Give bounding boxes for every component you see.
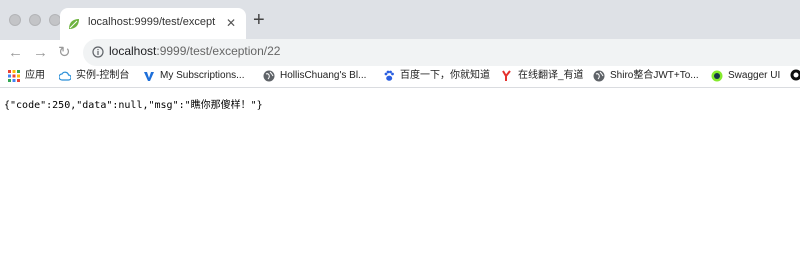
bookmark-label: Shiro整合JWT+To... bbox=[610, 70, 699, 81]
tab-close-icon[interactable]: ✕ bbox=[226, 16, 236, 30]
bookmark-github[interactable] bbox=[790, 69, 800, 81]
swagger-icon bbox=[711, 70, 723, 82]
reload-icon[interactable]: ↻ bbox=[58, 44, 71, 62]
bookmark-swagger-ui[interactable]: Swagger UI bbox=[711, 69, 780, 83]
window-controls bbox=[9, 14, 61, 26]
page-content: {"code":250,"data":null,"msg":"瞧你那傻样！"} bbox=[0, 88, 800, 279]
bookmark-label: 百度一下，你就知道 bbox=[400, 70, 490, 81]
visual-studio-icon bbox=[144, 72, 154, 81]
bookmark-my-subscriptions[interactable]: My Subscriptions... bbox=[143, 69, 244, 83]
globe-icon bbox=[593, 70, 605, 82]
bookmark-youdao[interactable]: 在线翻译_有道 bbox=[501, 69, 584, 83]
forward-arrow-icon[interactable]: → bbox=[33, 44, 48, 62]
toolbar: ← → ↻ localhost:9999/test/exception/22 bbox=[0, 39, 800, 67]
active-tab[interactable]: localhost:9999/test/exception/ ✕ bbox=[60, 8, 246, 40]
browser-chrome: localhost:9999/test/exception/ ✕ + ← → ↻… bbox=[0, 0, 800, 88]
cloud-icon bbox=[59, 71, 71, 81]
url-path: :9999/test/exception/22 bbox=[156, 44, 281, 58]
globe-icon bbox=[263, 70, 275, 82]
bookmark-label: My Subscriptions... bbox=[160, 70, 245, 81]
youdao-icon bbox=[502, 70, 511, 81]
close-window-button[interactable] bbox=[9, 14, 21, 26]
bookmark-apps[interactable]: 应用 bbox=[8, 69, 45, 83]
bookmark-label: 在线翻译_有道 bbox=[518, 70, 584, 81]
github-icon bbox=[790, 69, 800, 81]
back-arrow-icon[interactable]: ← bbox=[8, 44, 23, 62]
spring-leaf-icon bbox=[69, 19, 79, 29]
bookmark-instance-console[interactable]: 实例-控制台 bbox=[59, 69, 129, 83]
minimize-window-button[interactable] bbox=[29, 14, 41, 26]
bookmark-label: HollisChuang's Bl... bbox=[280, 70, 367, 81]
new-tab-button[interactable]: + bbox=[253, 9, 265, 31]
tab-title: localhost:9999/test/exception/ bbox=[88, 16, 216, 28]
json-response: {"code":250,"data":null,"msg":"瞧你那傻样！"} bbox=[4, 100, 263, 111]
bookmark-label: Swagger UI bbox=[728, 70, 781, 81]
bookmark-label: 应用 bbox=[25, 70, 45, 81]
tab-strip: localhost:9999/test/exception/ ✕ + bbox=[0, 0, 800, 40]
address-bar[interactable]: localhost:9999/test/exception/22 bbox=[83, 39, 800, 66]
bookmark-baidu[interactable]: 百度一下，你就知道 bbox=[383, 69, 490, 83]
url-text[interactable]: localhost:9999/test/exception/22 bbox=[109, 44, 280, 58]
bookmarks-bar: 应用 实例-控制台 My Subscriptions... HollisChua… bbox=[0, 67, 800, 88]
bookmark-hollischuang[interactable]: HollisChuang's Bl... bbox=[263, 69, 366, 83]
url-host: localhost bbox=[109, 44, 157, 58]
info-icon[interactable] bbox=[92, 46, 104, 58]
bookmark-shiro-jwt[interactable]: Shiro整合JWT+To... bbox=[593, 69, 699, 83]
bookmark-label: 实例-控制台 bbox=[76, 70, 130, 81]
baidu-paw-icon bbox=[384, 70, 394, 81]
apps-grid-icon bbox=[8, 70, 20, 82]
